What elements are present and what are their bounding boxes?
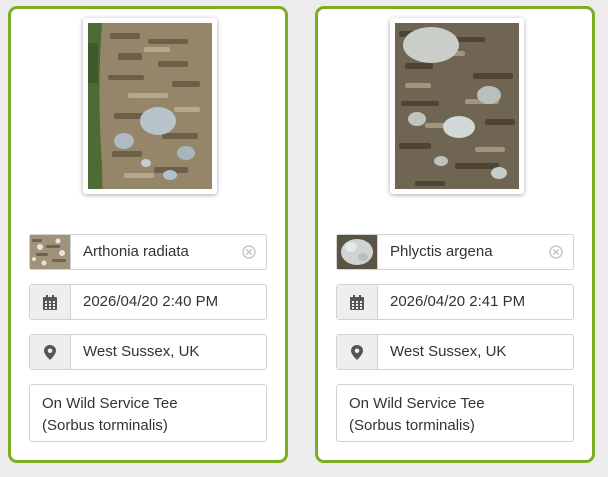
species-thumbnail [30, 235, 71, 269]
datetime-value: 2026/04/20 2:40 PM [83, 293, 219, 310]
species-field[interactable]: Phlyctis argena [336, 234, 574, 270]
date-addon [337, 285, 378, 319]
datetime-value: 2026/04/20 2:41 PM [390, 293, 526, 310]
species-thumbnail [337, 235, 378, 269]
location-field[interactable]: West Sussex, UK [29, 334, 267, 370]
map-marker-icon [351, 345, 363, 360]
observation-photo[interactable] [83, 18, 217, 194]
observation-card: Phlyctis argena 2026/04/20 2:41 PM West … [315, 6, 595, 463]
location-addon [30, 335, 71, 369]
calendar-icon [350, 295, 364, 310]
location-value: West Sussex, UK [390, 343, 507, 360]
clear-icon[interactable] [549, 245, 563, 264]
species-name: Phlyctis argena [390, 243, 493, 260]
datetime-field[interactable]: 2026/04/20 2:41 PM [336, 284, 574, 320]
observation-photo[interactable] [390, 18, 524, 194]
clear-icon[interactable] [242, 245, 256, 264]
notes-field[interactable]: On Wild Service Tee (Sorbus torminalis) [336, 384, 574, 442]
map-marker-icon [44, 345, 56, 360]
location-addon [337, 335, 378, 369]
bark-photo-image [88, 23, 212, 189]
calendar-icon [43, 295, 57, 310]
species-field[interactable]: Arthonia radiata [29, 234, 267, 270]
bark-photo-image [395, 23, 519, 189]
datetime-field[interactable]: 2026/04/20 2:40 PM [29, 284, 267, 320]
species-name: Arthonia radiata [83, 243, 189, 260]
location-field[interactable]: West Sussex, UK [336, 334, 574, 370]
location-value: West Sussex, UK [83, 343, 200, 360]
observation-card: Arthonia radiata 2026/04/20 2:40 PM West… [8, 6, 288, 463]
notes-field[interactable]: On Wild Service Tee (Sorbus torminalis) [29, 384, 267, 442]
date-addon [30, 285, 71, 319]
